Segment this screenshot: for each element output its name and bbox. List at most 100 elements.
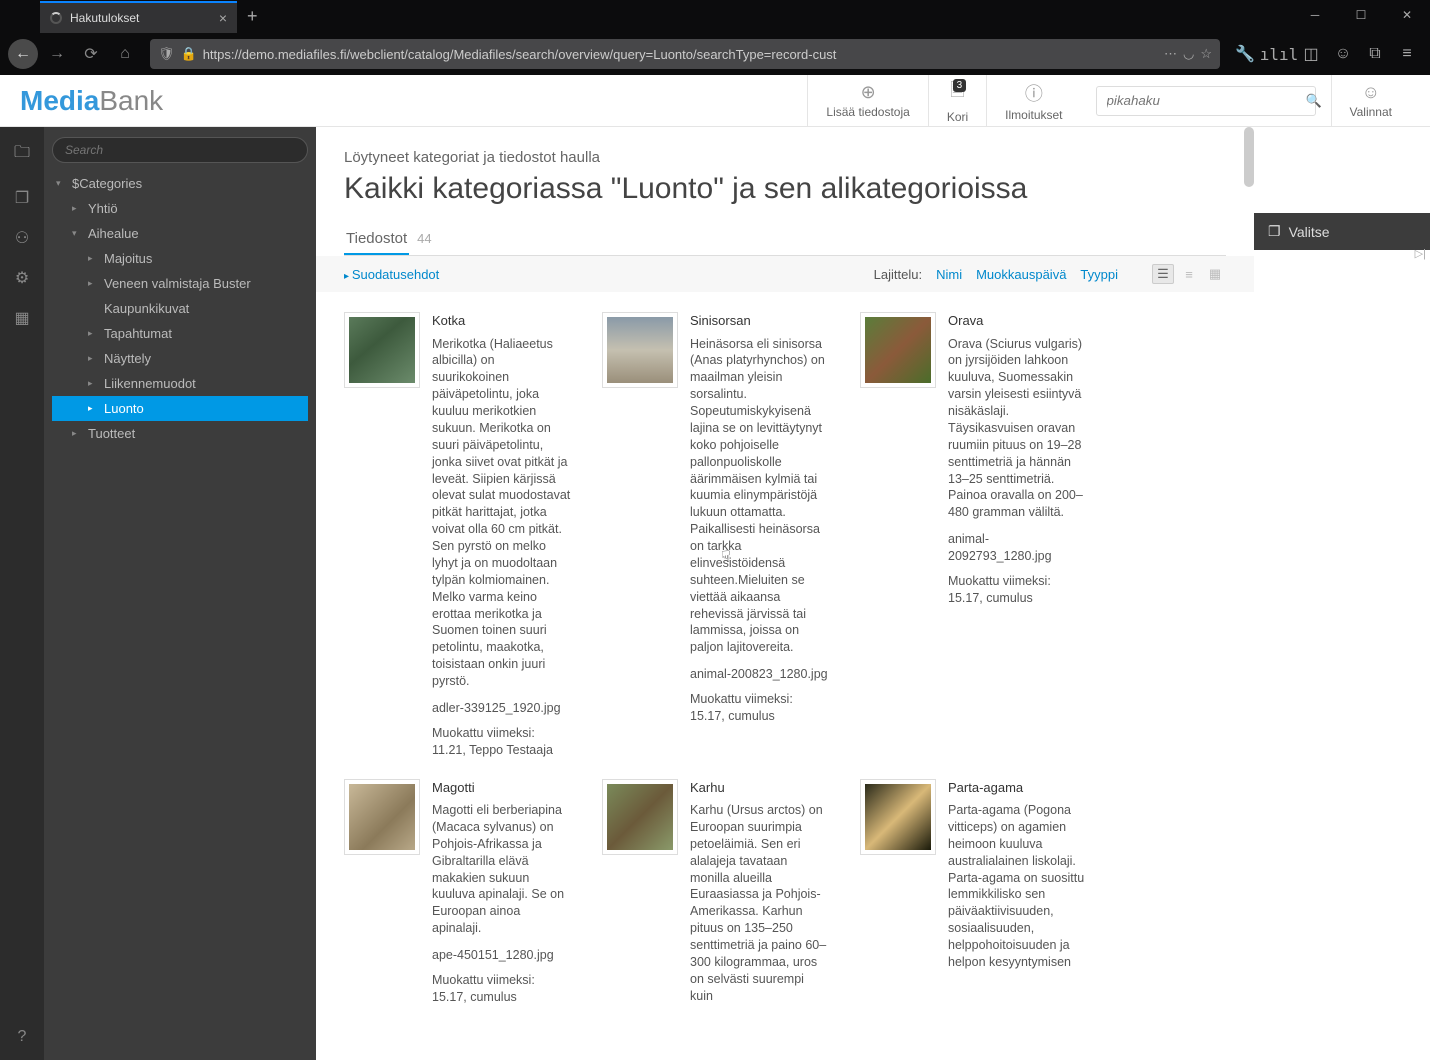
record-filename: animal-2092793_1280.jpg — [948, 531, 1088, 565]
upload-icon: ⊕ — [861, 82, 876, 103]
selections-button[interactable]: ☺ Valinnat — [1331, 75, 1410, 126]
lock-icon: 🔒 — [181, 46, 197, 62]
window-maximize[interactable]: ☐ — [1338, 0, 1384, 30]
tab-close-icon[interactable]: × — [219, 10, 227, 26]
window-close[interactable]: ✕ — [1384, 0, 1430, 30]
record-card[interactable]: Parta-agama Parta-agama (Pogona vitticep… — [860, 779, 1088, 1015]
record-card[interactable]: Kotka Merikotka (Haliaeetus albicilla) o… — [344, 312, 572, 759]
tree-topic[interactable]: ▾Aihealue — [52, 221, 308, 246]
account-icon[interactable]: ☺ — [1328, 39, 1358, 69]
sort-name[interactable]: Nimi — [936, 267, 962, 282]
quicksearch[interactable]: 🔍 — [1096, 86, 1316, 116]
record-description: Orava (Sciurus vulgaris) on jyrsijöiden … — [948, 336, 1088, 522]
record-modified: Muokattu viimeksi: 11.21, Teppo Testaaja — [432, 725, 572, 759]
record-thumbnail[interactable] — [344, 312, 420, 388]
nav-back-button[interactable]: ← — [8, 39, 38, 69]
tree-products[interactable]: ▸Tuotteet — [52, 421, 308, 446]
tree-exhibition[interactable]: ▸Näyttely — [52, 346, 308, 371]
record-thumbnail[interactable] — [602, 312, 678, 388]
tree-nature[interactable]: ▸Luonto — [52, 396, 308, 421]
sidebar-icon[interactable]: ◫ — [1296, 39, 1326, 69]
record-card[interactable]: Magotti Magotti eli berberiapina (Macaca… — [344, 779, 572, 1015]
view-grid-icon[interactable]: ▦ — [1204, 264, 1226, 284]
user-icon: ☺ — [1362, 82, 1380, 103]
rail-users-icon[interactable]: ⚇ — [15, 228, 29, 248]
window-minimize[interactable]: ─ — [1292, 0, 1338, 30]
record-filename: animal-200823_1280.jpg — [690, 666, 830, 683]
cart-badge: 3 — [953, 79, 967, 92]
menu-icon[interactable]: ≡ — [1392, 39, 1422, 69]
sort-label: Lajittelu: — [874, 267, 922, 282]
record-thumbnail[interactable] — [602, 779, 678, 855]
sort-type[interactable]: Tyyppi — [1080, 267, 1118, 282]
rail-grid-icon[interactable]: ▦ — [14, 308, 29, 328]
nav-home-button[interactable]: ⌂ — [110, 39, 140, 69]
tab-files[interactable]: Tiedostot — [344, 224, 409, 255]
select-panel-button[interactable]: ❐ Valitse — [1254, 213, 1430, 250]
record-description: Merikotka (Haliaeetus albicilla) on suur… — [432, 336, 572, 690]
info-icon: ⓘ — [1025, 80, 1043, 106]
add-files-button[interactable]: ⊕ Lisää tiedostoja — [807, 75, 927, 126]
notifications-button[interactable]: ⓘ Ilmoitukset — [986, 75, 1080, 126]
view-list-icon[interactable]: ≡ — [1178, 264, 1200, 284]
more-icon[interactable]: ⋯ — [1164, 46, 1177, 62]
record-filename: ape-450151_1280.jpg — [432, 947, 572, 964]
nav-reload-button[interactable]: ⟳ — [76, 39, 106, 69]
record-card[interactable]: Karhu Karhu (Ursus arctos) on Euroopan s… — [602, 779, 830, 1015]
url-input[interactable] — [203, 47, 1158, 62]
record-title: Orava — [948, 312, 1088, 330]
record-thumbnail[interactable] — [860, 779, 936, 855]
sort-modified[interactable]: Muokkauspäivä — [976, 267, 1066, 282]
filter-conditions-link[interactable]: Suodatusehdot — [344, 267, 439, 282]
record-card[interactable]: Sinisorsan Heinäsorsa eli sinisorsa (Ana… — [602, 312, 830, 759]
rail-help-icon[interactable]: ? — [18, 1028, 27, 1046]
page-title: Kaikki kategoriassa "Luonto" ja sen alik… — [344, 172, 1226, 206]
nav-forward-button[interactable]: → — [42, 39, 72, 69]
record-description: Karhu (Ursus arctos) on Euroopan suurimp… — [690, 802, 830, 1005]
extension-icon[interactable]: ⧉ — [1360, 39, 1390, 69]
select-icon: ❐ — [1268, 223, 1281, 240]
record-thumbnail[interactable] — [860, 312, 936, 388]
rail-copy-icon[interactable]: ❐ — [15, 188, 29, 208]
scrollbar[interactable] — [1244, 127, 1254, 187]
address-bar[interactable]: 🛡 🔒 ⋯ ◡ ☆ — [150, 39, 1220, 69]
new-tab-button[interactable]: + — [247, 6, 258, 27]
tree-cityphotos[interactable]: Kaupunkikuvat — [52, 296, 308, 321]
tree-transport[interactable]: ▸Liikennemuodot — [52, 371, 308, 396]
quicksearch-input[interactable] — [1097, 93, 1296, 108]
record-modified: Muokattu viimeksi: 15.17, cumulus — [690, 691, 830, 725]
cart-button[interactable]: 🗎 3 Kori — [928, 75, 986, 126]
tab-title: Hakutulokset — [70, 11, 219, 25]
pocket-icon[interactable]: ◡ — [1183, 46, 1194, 62]
record-description: Parta-agama (Pogona vitticeps) on agamie… — [948, 802, 1088, 971]
tree-root[interactable]: ▾$Categories — [52, 171, 308, 196]
tree-boat[interactable]: ▸Veneen valmistaja Buster — [52, 271, 308, 296]
tree-company[interactable]: ▸Yhtiö — [52, 196, 308, 221]
record-description: Magotti eli berberiapina (Macaca sylvanu… — [432, 802, 572, 937]
tab-count: 44 — [417, 231, 431, 246]
record-description: Heinäsorsa eli sinisorsa (Anas platyrhyn… — [690, 336, 830, 657]
rail-catalog-icon[interactable]: 🗀 — [14, 141, 30, 168]
expand-toggle-icon[interactable]: ▷| — [1415, 247, 1426, 260]
record-thumbnail[interactable] — [344, 779, 420, 855]
record-card[interactable]: Orava Orava (Sciurus vulgaris) on jyrsij… — [860, 312, 1088, 759]
loading-spinner-icon — [50, 12, 62, 24]
sidebar-search-input[interactable] — [52, 137, 308, 163]
rail-settings-icon[interactable]: ⚙ — [15, 268, 29, 288]
tree-accommodation[interactable]: ▸Majoitus — [52, 246, 308, 271]
bookmark-icon[interactable]: ☆ — [1200, 46, 1212, 62]
library-icon[interactable]: ılıl — [1264, 39, 1294, 69]
shield-icon: 🛡 — [158, 46, 175, 62]
view-details-icon[interactable]: ☰ — [1152, 264, 1174, 284]
page-subtitle: Löytyneet kategoriat ja tiedostot haulla — [344, 149, 1226, 166]
tree-events[interactable]: ▸Tapahtumat — [52, 321, 308, 346]
record-title: Kotka — [432, 312, 572, 330]
record-title: Sinisorsan — [690, 312, 830, 330]
record-modified: Muokattu viimeksi: 15.17, cumulus — [432, 972, 572, 1006]
app-logo[interactable]: MediaBank — [20, 85, 163, 117]
record-modified: Muokattu viimeksi: 15.17, cumulus — [948, 573, 1088, 607]
browser-tab[interactable]: Hakutulokset × — [40, 1, 237, 33]
tools-icon[interactable]: 🔧 — [1230, 39, 1260, 69]
search-icon[interactable]: 🔍 — [1296, 93, 1332, 109]
record-filename: adler-339125_1920.jpg — [432, 700, 572, 717]
